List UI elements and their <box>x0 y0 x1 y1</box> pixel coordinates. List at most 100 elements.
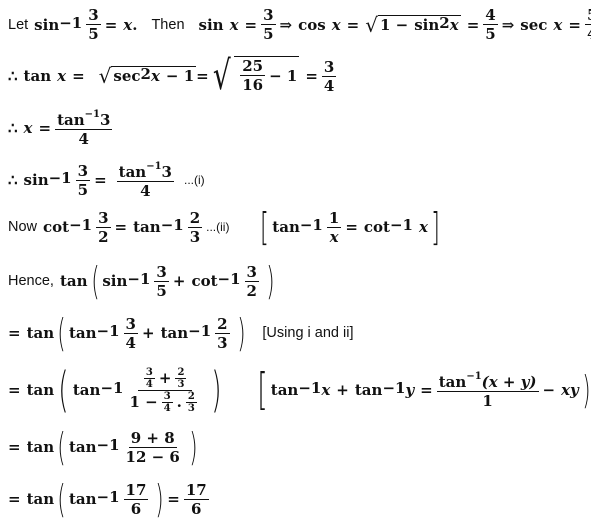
equals: = <box>420 381 433 399</box>
inverse-superscript: −1 <box>382 379 406 397</box>
fn-tan: tan <box>272 218 300 236</box>
inverse-superscript: −1 <box>96 436 120 454</box>
fraction-3-4: 34 <box>321 57 337 95</box>
text-then: Then <box>151 16 185 33</box>
line-6-hence: Hence, tan ( sin −1 35 + cot −1 32 ) <box>8 262 278 300</box>
left-paren: ( <box>90 259 100 303</box>
plus: + <box>172 272 186 290</box>
plus: + <box>141 324 155 342</box>
fraction-3-2: 32 <box>244 262 259 300</box>
inverse-superscript: −1 <box>188 322 212 340</box>
right-paren: ) <box>582 368 591 412</box>
fn-tan: tan <box>26 381 55 399</box>
inverse-superscript: −1 <box>59 13 83 32</box>
inverse-superscript: −1 <box>69 216 93 234</box>
var-x: x <box>321 381 331 399</box>
fraction-3-4: 34 <box>123 314 138 352</box>
fraction-tan-inv-3-over-4: tan−13 4 <box>55 109 113 148</box>
fn-cot: cot <box>363 218 390 236</box>
right-paren: ) <box>155 477 164 521</box>
fn-tan: tan <box>72 381 101 399</box>
text-now: Now <box>8 219 38 235</box>
fraction-3-5: 35 <box>86 6 101 43</box>
fn-tan: tan <box>68 490 97 508</box>
fraction-9plus8-over-12minus6: 9 + 8 12 − 6 <box>125 428 180 466</box>
text-let: Let <box>8 16 29 33</box>
fn-tan: tan <box>270 381 299 399</box>
equation-tag-ii: ...(ii) <box>206 220 230 234</box>
inverse-superscript: −1 <box>299 216 323 234</box>
equals: = <box>305 67 318 85</box>
equals: = <box>72 67 85 85</box>
compound-fraction: 34 + 23 1 − 34 . 23 <box>129 366 197 414</box>
plus: + <box>336 381 349 399</box>
fn-tan: tan <box>23 67 52 85</box>
implies-arrow: ⇒ <box>279 15 293 34</box>
var-x: x <box>418 218 428 236</box>
line-3-x: ∴ x = tan−13 4 <box>8 108 116 148</box>
line-7-using: = tan ( tan −1 34 + tan −1 23 ) [Using i a… <box>8 314 353 352</box>
fraction-3-2: 32 <box>96 208 111 246</box>
fraction-3-5: 35 <box>261 6 276 43</box>
square-root: √ sec 2 x − 1 <box>98 64 197 88</box>
fn-tan: tan <box>26 324 55 342</box>
inverse-superscript: −1 <box>96 322 120 340</box>
equals: = <box>94 171 107 189</box>
var-x: x <box>553 15 563 34</box>
right-paren: ) <box>236 311 246 355</box>
therefore-symbol: ∴ <box>8 67 18 85</box>
fn-tan: tan <box>68 324 97 342</box>
equals: = <box>8 490 21 508</box>
equation-tag-i: ...(i) <box>183 173 205 187</box>
fn-tan: tan <box>133 218 161 236</box>
equals: = <box>466 15 480 34</box>
line-5-result-ii: Now cot −1 32 = tan −1 23 ...(ii) [ tan −1 … <box>8 208 443 246</box>
right-paren: ) <box>189 425 198 469</box>
inverse-superscript: −1 <box>389 216 413 234</box>
left-paren: ( <box>57 477 66 521</box>
var-x: x <box>23 119 33 137</box>
fn-sec: sec <box>520 15 548 34</box>
equals: = <box>346 15 360 34</box>
fraction-1-over-x: 1x <box>326 208 342 246</box>
implies-arrow: ⇒ <box>501 15 515 34</box>
inverse-superscript: −1 <box>127 270 151 288</box>
var-y: y <box>405 381 415 399</box>
fn-tan: tan <box>68 438 97 456</box>
fn-tan: tan <box>354 381 383 399</box>
var-x: x <box>123 15 133 34</box>
inverse-superscript: −1 <box>217 270 241 288</box>
fraction-3-5: 35 <box>154 262 169 300</box>
fraction-tan-inv-x-plus-y: tan−1(x + y) 1 <box>436 371 539 410</box>
equals: = <box>104 15 118 34</box>
equals: = <box>167 490 180 508</box>
equals: = <box>196 67 209 85</box>
fn-sin: sin <box>102 272 128 290</box>
var-x: x <box>57 67 67 85</box>
fn-cot: cot <box>191 272 218 290</box>
equals: = <box>568 15 581 34</box>
var-x: x <box>229 15 239 34</box>
fn-tan: tan <box>160 324 189 342</box>
inverse-superscript: −1 <box>48 169 72 187</box>
left-bracket: [ <box>257 364 268 415</box>
inverse-superscript: −1 <box>96 488 120 506</box>
final-answer-fraction: 17 6 <box>183 480 209 518</box>
fraction-2-3: 23 <box>187 208 203 246</box>
left-paren: ( <box>57 425 66 469</box>
fn-sin: sin <box>34 15 60 34</box>
fraction-3-5: 35 <box>75 161 91 199</box>
therefore-symbol: ∴ <box>8 171 18 189</box>
fraction-17-6: 17 6 <box>123 480 149 518</box>
fraction-4-5: 45 <box>483 6 498 43</box>
equals: = <box>8 381 21 399</box>
fn-tan: tan <box>26 490 55 508</box>
equals: = <box>244 15 258 34</box>
var-x: x <box>331 15 341 34</box>
equals: = <box>8 438 21 456</box>
inverse-superscript: −1 <box>100 379 124 397</box>
line-9-simplify: = tan ( tan −1 9 + 8 12 − 6 ) <box>8 428 201 466</box>
square-root: √ 1 − sin 2 x <box>365 12 461 37</box>
equals: = <box>8 324 21 342</box>
inverse-superscript: −1 <box>160 216 184 234</box>
